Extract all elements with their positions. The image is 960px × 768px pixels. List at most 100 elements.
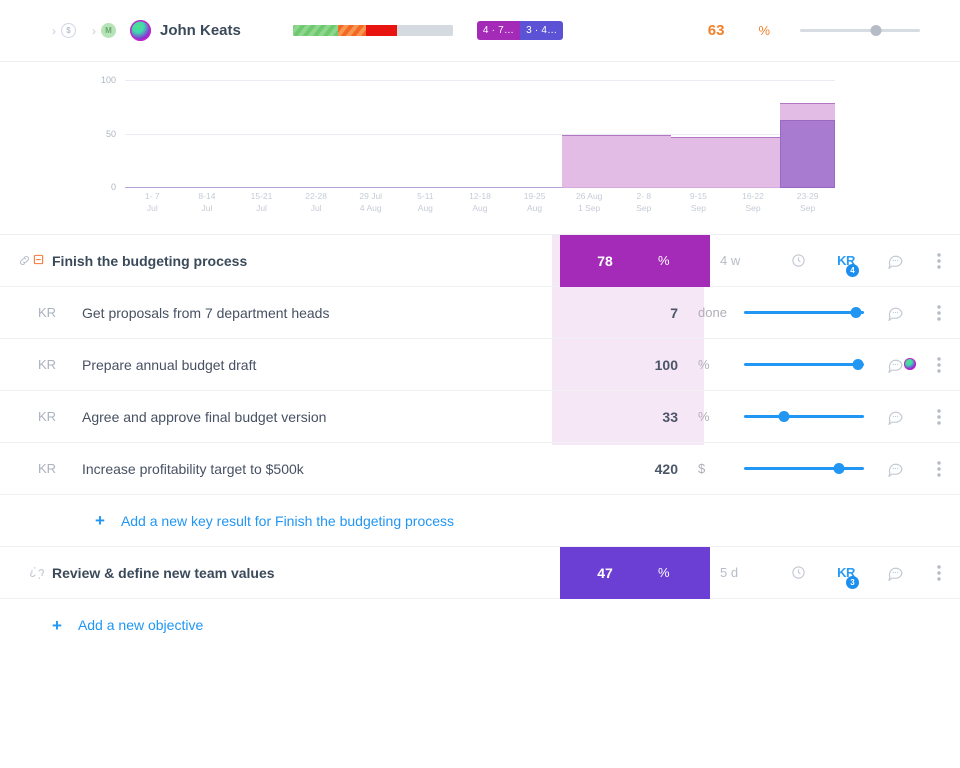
more-vertical-icon[interactable] bbox=[918, 304, 960, 321]
slider-knob[interactable] bbox=[852, 359, 864, 370]
objectives-count: 4 · 7… bbox=[476, 21, 521, 40]
okr-count-badge[interactable]: 4 · 7… 3 · 4… bbox=[476, 21, 564, 40]
clock-icon[interactable] bbox=[776, 253, 820, 268]
keyresult-slider[interactable] bbox=[744, 462, 864, 476]
keyresult-value[interactable]: 33 bbox=[588, 409, 678, 425]
broken-link-icon bbox=[30, 566, 44, 579]
overall-progress-slider[interactable] bbox=[800, 24, 920, 38]
overall-progress-value: 63 bbox=[707, 22, 725, 39]
objective-title[interactable]: Finish the budgeting process bbox=[52, 253, 560, 269]
objective-icons bbox=[0, 254, 52, 267]
keyresult-title[interactable]: Agree and approve final budget version bbox=[82, 409, 588, 425]
objective-icons bbox=[0, 566, 52, 580]
chart-x-tick: 26 Aug 1 Sep bbox=[575, 191, 603, 213]
keyresult-count-badge[interactable]: KR 4 bbox=[820, 253, 872, 277]
chart-bar bbox=[234, 80, 289, 188]
owner-name: John Keats bbox=[160, 22, 241, 39]
keyresult-value[interactable]: 7 bbox=[588, 305, 678, 321]
keyresult-title[interactable]: Prepare annual budget draft bbox=[82, 357, 588, 373]
chart-target-area bbox=[561, 135, 617, 188]
chart-bar bbox=[398, 80, 453, 188]
chevron-right-icon: › bbox=[92, 23, 96, 38]
keyresult-slider[interactable] bbox=[744, 410, 864, 424]
chart-bar bbox=[507, 80, 562, 188]
slider-knob[interactable] bbox=[778, 411, 790, 422]
add-objective-label: Add a new objective bbox=[77, 617, 204, 633]
more-vertical-icon[interactable] bbox=[918, 252, 960, 269]
comment-icon[interactable] bbox=[872, 356, 918, 373]
clock-icon[interactable] bbox=[776, 565, 820, 580]
okr-page: › $ › M John Keats 4 · 7… 3 · 4… 63 % 10… bbox=[0, 0, 960, 768]
slider-knob[interactable] bbox=[833, 463, 845, 474]
plus-icon: + bbox=[95, 511, 105, 530]
objective-title[interactable]: Review & define new team values bbox=[52, 565, 560, 581]
keyresult-value[interactable]: 420 bbox=[588, 461, 678, 477]
chart-x-tick: 1- 7 Jul bbox=[144, 191, 160, 213]
chart-x-tick: 12-18 Aug bbox=[469, 191, 491, 213]
ytick-100: 100 bbox=[100, 75, 116, 85]
comment-icon[interactable] bbox=[872, 252, 918, 269]
plus-icon: + bbox=[52, 615, 62, 635]
keyresult-slider[interactable] bbox=[744, 358, 864, 372]
keyresult-count-value: 3 bbox=[846, 576, 859, 589]
objective-row[interactable]: Finish the budgeting process 78 % 4 w KR… bbox=[0, 234, 960, 287]
objective-value[interactable]: 78 bbox=[560, 234, 650, 287]
chart-x-tick: 22-28 Jul bbox=[305, 191, 327, 213]
keyresult-title[interactable]: Increase profitability target to $500k bbox=[82, 461, 588, 477]
objective-due: 5 d bbox=[720, 565, 739, 580]
comment-icon[interactable] bbox=[872, 304, 918, 321]
slider-knob[interactable] bbox=[870, 25, 882, 36]
okr-list: Finish the budgeting process 78 % 4 w KR… bbox=[0, 234, 960, 651]
objective-value[interactable]: 47 bbox=[560, 546, 650, 599]
comment-avatar bbox=[904, 358, 916, 370]
comment-icon[interactable] bbox=[872, 564, 918, 581]
breadcrumb-item-company[interactable]: › $ bbox=[52, 23, 76, 38]
keyresult-title[interactable]: Get proposals from 7 department heads bbox=[82, 305, 588, 321]
more-vertical-icon[interactable] bbox=[918, 564, 960, 581]
company-badge-icon: $ bbox=[61, 23, 76, 38]
more-vertical-icon[interactable] bbox=[918, 356, 960, 373]
keyresult-row[interactable]: KR Agree and approve final budget version… bbox=[0, 391, 960, 443]
objective-row[interactable]: Review & define new team values 47 % 5 d… bbox=[0, 546, 960, 599]
slider-track bbox=[800, 29, 920, 32]
chart-x-axis: 1- 7 Jul 8-14 Jul 15-21 Jul 22-28 Jul 29 Jul 4 Au… bbox=[125, 190, 835, 214]
comment-icon[interactable] bbox=[872, 460, 918, 477]
team-badge-icon: M bbox=[101, 23, 116, 38]
comment-icon[interactable] bbox=[872, 408, 918, 425]
overall-progress-unit: % bbox=[758, 23, 770, 38]
orange-square-icon bbox=[33, 254, 44, 265]
breadcrumb-item-team[interactable]: › M bbox=[92, 23, 116, 38]
keyresult-row[interactable]: KR Prepare annual budget draft 100% bbox=[0, 339, 960, 391]
keyresult-value[interactable]: 100 bbox=[588, 357, 678, 373]
progress-chart: 100 50 0 1- 7 Jul 8-14 Jul 15-21 Jul 22-28 Jul 2… bbox=[0, 62, 960, 235]
segment-at-risk bbox=[337, 25, 367, 36]
keyresult-unit: done bbox=[698, 305, 727, 320]
chart-x-tick: 19-25 Aug bbox=[523, 191, 546, 213]
slider-track bbox=[744, 311, 864, 314]
chart-x-tick: 5-11 Aug bbox=[417, 191, 434, 213]
chart-x-tick: 8-14 Jul bbox=[198, 191, 216, 213]
objective-unit: % bbox=[650, 546, 710, 599]
keyresults-count: 3 · 4… bbox=[520, 21, 564, 40]
more-vertical-icon[interactable] bbox=[918, 460, 960, 477]
keyresult-list: KR Get proposals from 7 department heads 7… bbox=[0, 287, 960, 495]
keyresult-count-badge[interactable]: KR 3 bbox=[820, 565, 872, 589]
avatar[interactable] bbox=[130, 20, 151, 41]
keyresult-unit: % bbox=[698, 357, 710, 372]
objective-unit: % bbox=[650, 234, 710, 287]
chart-bar bbox=[125, 80, 180, 188]
chart-bar bbox=[180, 80, 235, 188]
chart-bar bbox=[561, 80, 617, 188]
chart-bar bbox=[671, 80, 726, 188]
keyresult-row[interactable]: KR Get proposals from 7 department heads 7… bbox=[0, 287, 960, 339]
chart-bar bbox=[289, 80, 344, 188]
chart-x-tick: 23-29 Sep bbox=[796, 191, 819, 213]
keyresult-row[interactable]: KR Increase profitability target to $500k… bbox=[0, 443, 960, 495]
keyresult-slider[interactable] bbox=[744, 306, 864, 320]
chart-bar bbox=[343, 80, 398, 188]
add-keyresult-button[interactable]: + Add a new key result for Finish the bu… bbox=[0, 495, 960, 547]
more-vertical-icon[interactable] bbox=[918, 408, 960, 425]
chart-bar bbox=[725, 80, 781, 188]
add-objective-button[interactable]: + Add a new objective bbox=[0, 599, 960, 651]
slider-knob[interactable] bbox=[850, 307, 862, 318]
